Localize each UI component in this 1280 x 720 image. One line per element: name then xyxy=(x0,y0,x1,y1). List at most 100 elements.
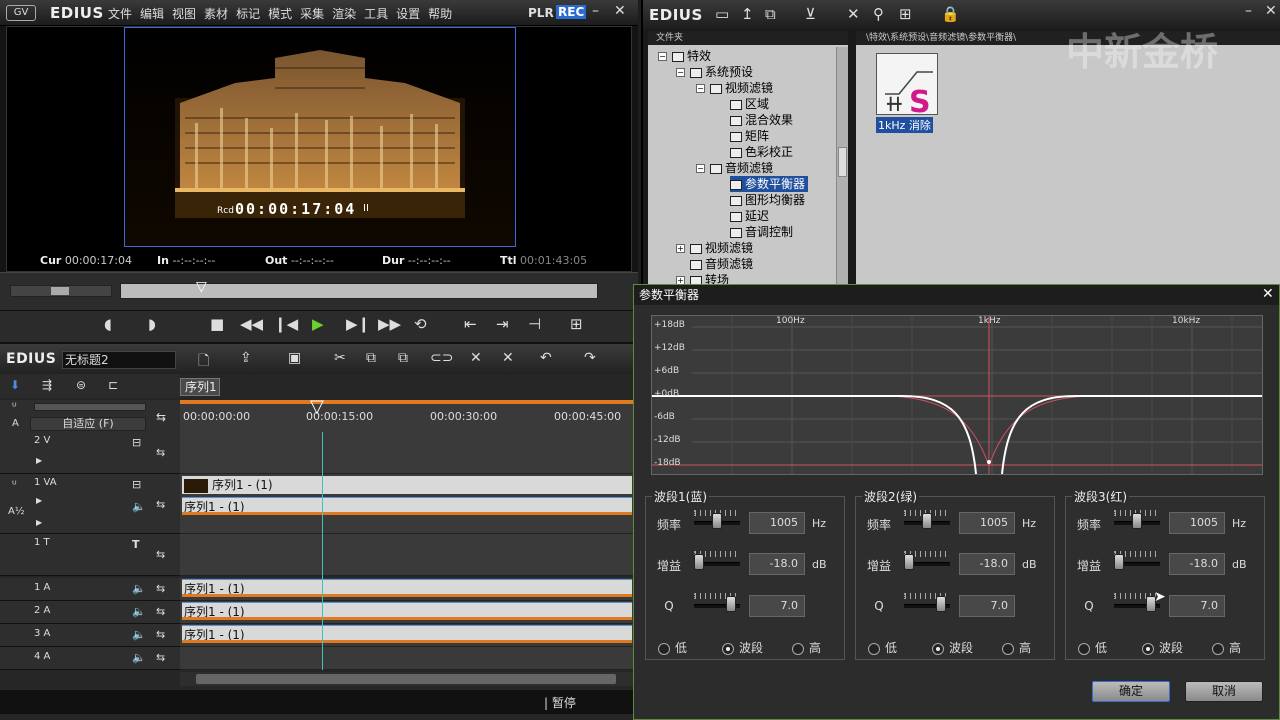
freq-slider-knob[interactable] xyxy=(712,513,722,529)
track-lane-1t[interactable] xyxy=(180,534,634,576)
speaker-icon[interactable]: 🔈 xyxy=(132,651,146,664)
ripple-icon[interactable]: ⇶ xyxy=(42,378,52,392)
radio-low[interactable]: 低 xyxy=(868,639,897,656)
step-forward-icon[interactable]: ▶❙ xyxy=(346,315,370,333)
track-header-1t[interactable]: 1 T T ⇆ xyxy=(0,534,180,576)
snap-icon[interactable]: ⊏ xyxy=(108,378,118,392)
close-icon[interactable]: ✕ xyxy=(614,3,626,19)
mark-out-icon[interactable]: ◗ xyxy=(148,315,156,333)
copy-icon[interactable]: ⧉ xyxy=(366,350,376,366)
menu-marker[interactable]: 标记 xyxy=(236,7,260,21)
speaker-icon[interactable]: 🔈 xyxy=(132,628,146,641)
audio-clip[interactable]: 序列1 - (1) xyxy=(182,497,632,515)
track-lane-2v[interactable] xyxy=(180,432,634,474)
radio-high[interactable]: 高 xyxy=(1212,639,1241,656)
q-input[interactable]: 7.0 xyxy=(1169,595,1225,617)
track-lane-1va[interactable]: 序列1 - (1) 序列1 - (1) xyxy=(180,474,634,534)
collapse-icon[interactable]: − xyxy=(658,52,667,61)
tree-item-audio-filters[interactable]: 音频滤镜 xyxy=(710,160,773,176)
close-icon[interactable]: ✕ xyxy=(1265,3,1277,19)
expand-arrow-icon[interactable]: ▶ xyxy=(36,456,42,465)
rec-mode-button[interactable]: REC xyxy=(556,5,587,19)
gain-slider-knob[interactable] xyxy=(1114,554,1124,570)
expand-arrow-icon[interactable]: ▶ xyxy=(36,518,42,527)
track-lane-3a[interactable]: 序列1 - (1) xyxy=(180,624,634,647)
track-expand-icon[interactable]: ⇆ xyxy=(156,651,165,664)
paste-icon[interactable]: ⧉ xyxy=(398,350,408,366)
tree-item-parametric-eq[interactable]: 参数平衡器 xyxy=(730,176,809,192)
menu-tools[interactable]: 工具 xyxy=(364,7,388,21)
ok-button[interactable]: 确定 xyxy=(1092,681,1170,702)
tree-item-blend[interactable]: 混合效果 xyxy=(730,112,793,128)
track-header-1a[interactable]: 1 A 🔈 ⇆ xyxy=(0,578,180,601)
radio-band[interactable]: 波段 xyxy=(722,639,763,656)
menu-file[interactable]: 文件 xyxy=(108,7,132,21)
open-icon[interactable]: ⇪ xyxy=(240,350,252,366)
play-icon[interactable]: ▶ xyxy=(312,315,324,333)
freq-slider-knob[interactable] xyxy=(1132,513,1142,529)
tree-item-region[interactable]: 区域 xyxy=(730,96,769,112)
zoom-slider[interactable] xyxy=(34,403,146,411)
speaker-icon[interactable]: 🔈 xyxy=(132,500,146,513)
expand-icon[interactable]: + xyxy=(676,244,685,253)
radio-band[interactable]: 波段 xyxy=(1142,639,1183,656)
freq-input[interactable]: 1005 xyxy=(749,512,805,534)
preset-label[interactable]: 1kHz 消除 xyxy=(876,117,933,133)
track-header-3a[interactable]: 3 A 🔈 ⇆ xyxy=(0,624,180,647)
lock-icon[interactable]: 🔒 xyxy=(941,5,960,23)
next-edit-icon[interactable]: ⇥ xyxy=(496,315,509,333)
title-icon[interactable]: T xyxy=(132,538,140,551)
menu-render[interactable]: 渲染 xyxy=(332,7,356,21)
track-lane-2a[interactable]: 序列1 - (1) xyxy=(180,601,634,624)
sequence-tab[interactable]: 序列1 xyxy=(180,378,220,396)
collapse-icon[interactable]: − xyxy=(696,164,705,173)
stop-icon[interactable]: ■ xyxy=(210,315,224,333)
q-slider-knob[interactable] xyxy=(936,596,947,612)
properties-icon[interactable]: ⚲ xyxy=(873,5,884,23)
overwrite-icon[interactable]: ⊞ xyxy=(570,315,583,333)
track-expand-icon[interactable]: ⇆ xyxy=(156,605,165,618)
tree-scrollbar[interactable] xyxy=(836,47,848,285)
q-input[interactable]: 7.0 xyxy=(959,595,1015,617)
shuttle-knob[interactable] xyxy=(51,287,69,295)
minimize-icon[interactable]: – xyxy=(592,3,599,19)
radio-high[interactable]: 高 xyxy=(792,639,821,656)
timeline-ruler[interactable]: 00:00:00:00 00:00:15:00 00:00:30:00 00:0… xyxy=(180,398,634,432)
track-header-1va[interactable]: ᵁ A½ 1 VA ⊟ 🔈 ⇆ ▶ ▶ xyxy=(0,474,180,534)
sync-lock-icon[interactable]: ᵁ xyxy=(12,480,17,491)
menu-settings[interactable]: 设置 xyxy=(396,7,420,21)
freq-slider-knob[interactable] xyxy=(922,513,932,529)
gain-input[interactable]: -18.0 xyxy=(749,553,805,575)
menu-help[interactable]: 帮助 xyxy=(428,7,452,21)
prev-edit-icon[interactable]: ⇤ xyxy=(464,315,477,333)
tree-item-matrix[interactable]: 矩阵 xyxy=(730,128,769,144)
mark-in-icon[interactable]: ◖ xyxy=(104,315,112,333)
eq-graph[interactable]: +18dB +12dB +6dB +0dB -6dB -12dB -18dB 1… xyxy=(651,315,1263,475)
preset-thumbnail[interactable]: ╋╋ S xyxy=(876,53,938,120)
radio-low[interactable]: 低 xyxy=(1078,639,1107,656)
menu-view[interactable]: 视图 xyxy=(172,7,196,21)
track-header-2v[interactable]: 2 V ⊟ ⇆ ▶ xyxy=(0,432,180,474)
minimize-icon[interactable]: – xyxy=(1245,3,1252,19)
new-icon[interactable]: 🗋 xyxy=(198,350,209,374)
gain-input[interactable]: -18.0 xyxy=(1169,553,1225,575)
save-icon[interactable]: ▣ xyxy=(288,350,301,366)
track-expand-icon[interactable]: ⇆ xyxy=(156,548,165,561)
radio-low[interactable]: 低 xyxy=(658,639,687,656)
cut-icon[interactable]: ✂ xyxy=(334,350,346,366)
close-icon[interactable]: ✕ xyxy=(1262,286,1274,302)
freq-input[interactable]: 1005 xyxy=(959,512,1015,534)
menu-clip[interactable]: 素材 xyxy=(204,7,228,21)
tree-item-system-presets[interactable]: 系统预设 xyxy=(690,64,753,80)
sync-icon[interactable]: ⊜ xyxy=(76,378,86,392)
q-input[interactable]: 7.0 xyxy=(749,595,805,617)
tree-item-effects[interactable]: 特效 xyxy=(672,48,711,64)
mode-icon[interactable]: ⬇ xyxy=(10,378,20,392)
audio-clip[interactable]: 序列1 - (1) xyxy=(182,579,632,597)
view-icon[interactable]: ⊞ xyxy=(899,5,912,23)
collapse-icon[interactable]: − xyxy=(696,84,705,93)
speaker-icon[interactable]: 🔈 xyxy=(132,582,146,595)
folder-icon[interactable]: ▭ xyxy=(715,5,729,23)
gain-slider-knob[interactable] xyxy=(904,554,914,570)
cancel-button[interactable]: 取消 xyxy=(1185,681,1263,702)
